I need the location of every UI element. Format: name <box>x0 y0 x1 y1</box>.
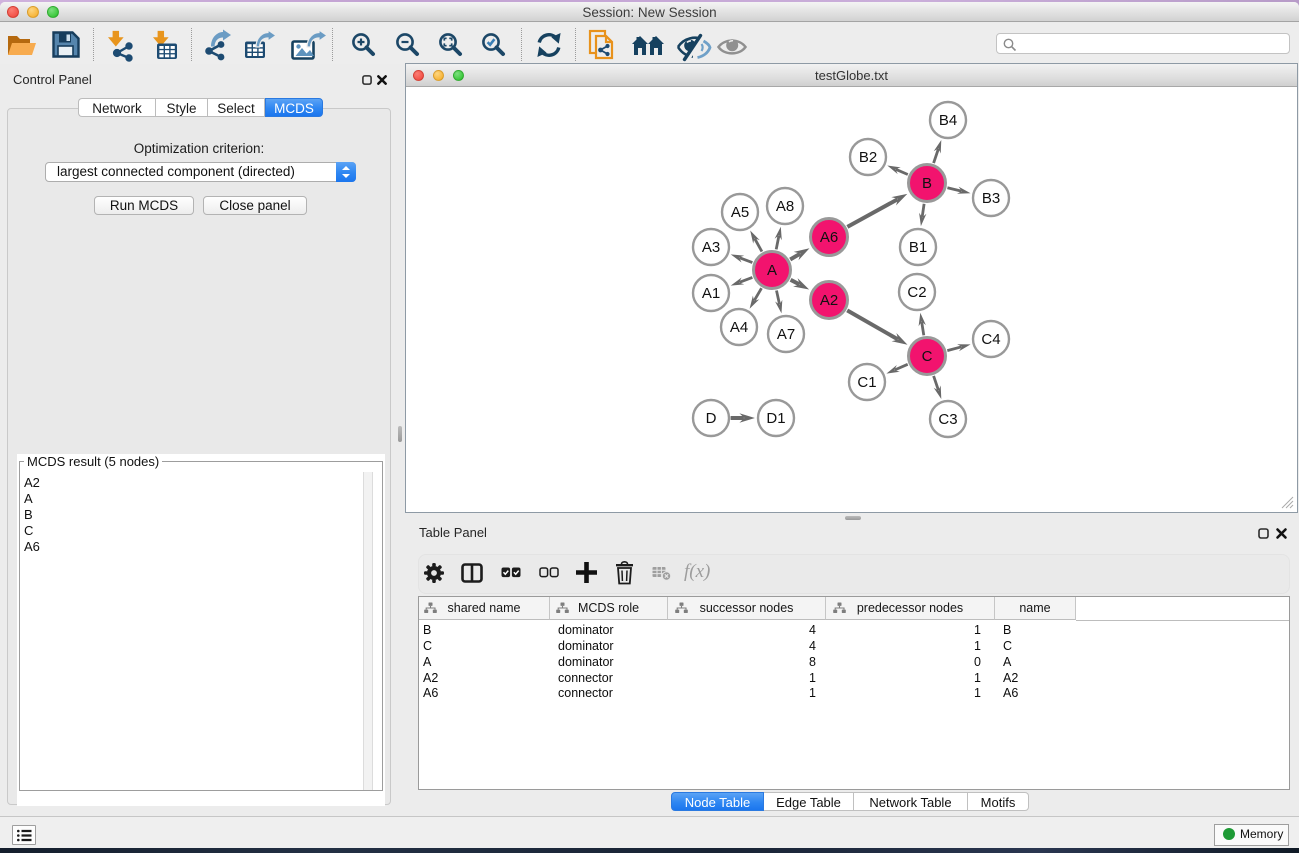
svg-text:C2: C2 <box>907 284 926 301</box>
svg-text:B: B <box>922 175 932 192</box>
svg-text:A8: A8 <box>776 198 794 215</box>
svg-text:A7: A7 <box>777 326 795 343</box>
svg-text:A5: A5 <box>731 204 749 221</box>
svg-text:A3: A3 <box>702 239 720 256</box>
svg-text:D1: D1 <box>766 410 785 427</box>
svg-text:C4: C4 <box>981 331 1000 348</box>
svg-text:B1: B1 <box>909 239 927 256</box>
svg-text:C: C <box>922 348 933 365</box>
svg-text:D: D <box>706 410 717 427</box>
svg-text:B2: B2 <box>859 149 877 166</box>
svg-text:B3: B3 <box>982 190 1000 207</box>
svg-text:A1: A1 <box>702 285 720 302</box>
svg-text:A: A <box>767 262 777 279</box>
svg-text:B4: B4 <box>939 112 957 129</box>
svg-text:A2: A2 <box>820 292 838 309</box>
svg-text:A4: A4 <box>730 319 748 336</box>
svg-text:C3: C3 <box>938 411 957 428</box>
svg-text:C1: C1 <box>857 374 876 391</box>
svg-text:A6: A6 <box>820 229 838 246</box>
